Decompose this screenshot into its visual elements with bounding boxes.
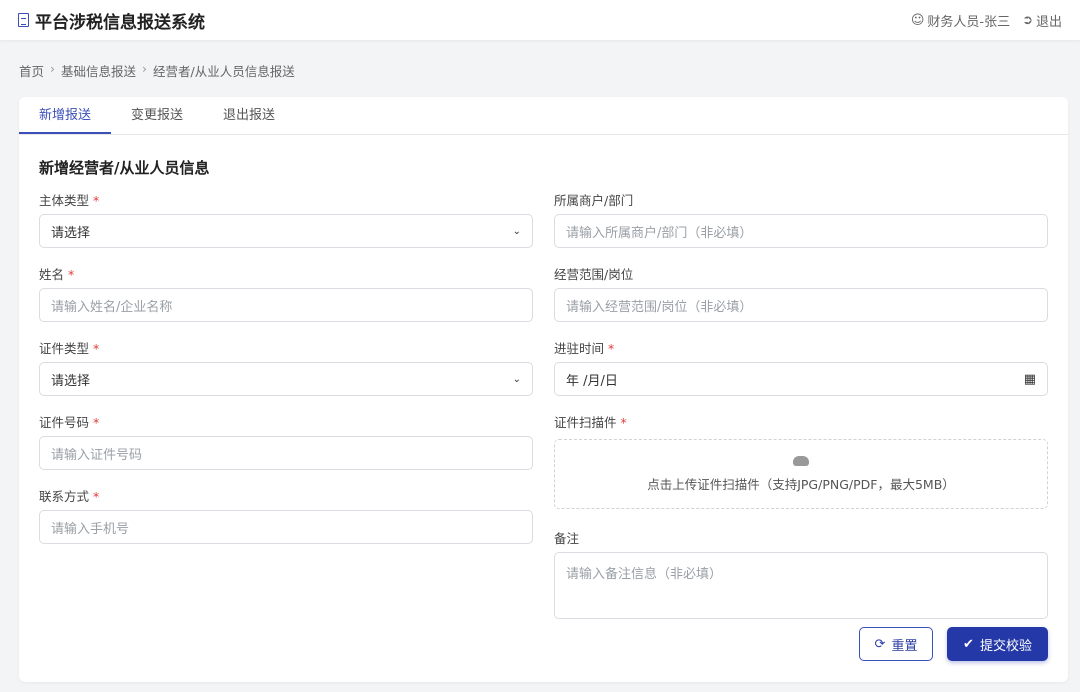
breadcrumb-current: 经营者/从业人员信息报送 <box>153 64 295 79</box>
logout-label: 退出 <box>1035 14 1062 30</box>
breadcrumb: 首页 › 基础信息报送 › 经营者/从业人员信息报送 <box>19 61 295 80</box>
logout-button[interactable]: ➲ 退出 <box>1022 11 1062 30</box>
top-header: 平台涉税信息报送系统 ☺ 财务人员-张三 ➲ 退出 <box>0 0 1080 40</box>
id-type-select[interactable]: 请选择 ⌄ <box>39 362 533 396</box>
cloud-upload-icon <box>793 455 809 466</box>
remark-textarea[interactable]: 请输入备注信息（非必填） <box>554 552 1048 619</box>
tab-change-report[interactable]: 变更报送 <box>111 97 203 134</box>
entry-date-value: 年 /月/日 <box>566 373 618 389</box>
id-type-label: 证件类型 <box>39 341 90 356</box>
required-mark: * <box>608 341 615 356</box>
logout-icon: ➲ <box>1022 12 1033 28</box>
reset-label: 重置 <box>891 638 918 654</box>
app-title: 平台涉税信息报送系统 <box>18 8 205 33</box>
chevron-down-icon: ⌄ <box>512 225 521 237</box>
scan-upload-area[interactable]: 点击上传证件扫描件（支持JPG/PNG/PDF，最大5MB） <box>554 439 1048 509</box>
required-mark: * <box>93 193 100 208</box>
name-input[interactable]: 请输入姓名/企业名称 <box>39 288 533 322</box>
breadcrumb-home[interactable]: 首页 <box>19 61 44 80</box>
check-icon: ✔ <box>963 636 974 652</box>
tab-bar: 新增报送 变更报送 退出报送 <box>19 97 1068 135</box>
subject-type-select[interactable]: 请选择 ⌄ <box>39 214 533 248</box>
id-number-input[interactable]: 请输入证件号码 <box>39 436 533 470</box>
remark-label: 备注 <box>554 531 580 546</box>
entry-date-label: 进驻时间 <box>554 341 605 356</box>
contact-input[interactable]: 请输入手机号 <box>39 510 533 544</box>
required-mark: * <box>620 415 627 430</box>
submit-label: 提交校验 <box>979 638 1032 654</box>
reset-button[interactable]: ⟳ 重置 <box>859 627 933 661</box>
name-label: 姓名 <box>39 267 65 282</box>
id-number-label: 证件号码 <box>39 415 90 430</box>
upload-hint: 点击上传证件扫描件（支持JPG/PNG/PDF，最大5MB） <box>647 476 955 492</box>
id-type-value: 请选择 <box>51 373 91 389</box>
merchant-input[interactable]: 请输入所属商户/部门（非必填） <box>554 214 1048 248</box>
calendar-icon[interactable]: ▦ <box>1024 372 1036 387</box>
scope-label: 经营范围/岗位 <box>554 267 634 282</box>
chevron-right-icon: › <box>142 61 148 76</box>
subject-type-label: 主体类型 <box>39 193 90 208</box>
user-info: ☺ 财务人员-张三 <box>911 11 1010 30</box>
required-mark: * <box>93 341 100 356</box>
entry-date-input[interactable]: 年 /月/日 ▦ <box>554 362 1048 396</box>
refresh-icon: ⟳ <box>874 636 886 652</box>
tab-new-report[interactable]: 新增报送 <box>19 97 112 134</box>
required-mark: * <box>93 415 100 430</box>
user-icon: ☺ <box>910 12 925 28</box>
submit-button[interactable]: ✔ 提交校验 <box>947 627 1048 661</box>
required-mark: * <box>93 489 100 504</box>
scan-label: 证件扫描件 <box>554 415 617 430</box>
chevron-right-icon: › <box>50 61 56 76</box>
form-title: 新增经营者/从业人员信息 <box>39 159 210 177</box>
app-title-text: 平台涉税信息报送系统 <box>35 12 205 33</box>
user-name: 财务人员-张三 <box>927 14 1011 30</box>
tab-exit-report[interactable]: 退出报送 <box>203 97 295 134</box>
contact-label: 联系方式 <box>39 489 90 504</box>
scope-input[interactable]: 请输入经营范围/岗位（非必填） <box>554 288 1048 322</box>
subject-type-value: 请选择 <box>51 225 91 241</box>
form-card: 新增报送 变更报送 退出报送 新增经营者/从业人员信息 主体类型 * 请选择 ⌄ … <box>19 97 1068 682</box>
merchant-label: 所属商户/部门 <box>554 193 634 208</box>
chevron-down-icon: ⌄ <box>512 373 521 385</box>
document-icon <box>18 13 29 27</box>
required-mark: * <box>68 267 75 282</box>
breadcrumb-basic-info[interactable]: 基础信息报送 <box>61 61 136 80</box>
